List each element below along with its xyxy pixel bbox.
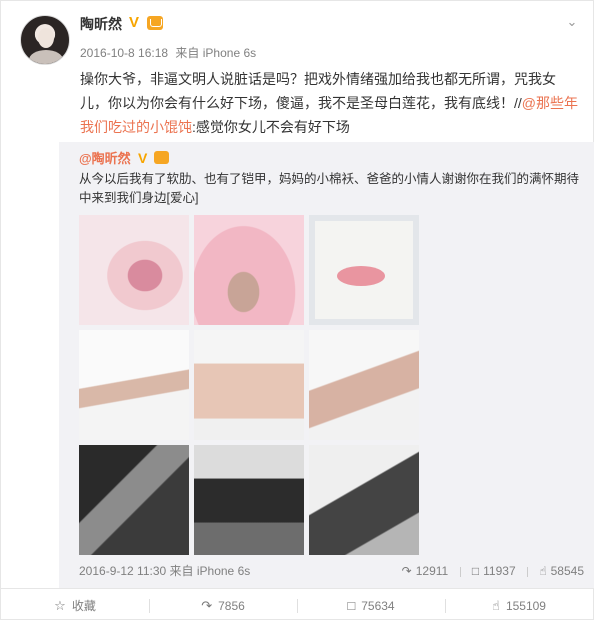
forward-icon: ↷	[401, 564, 412, 578]
avatar-face	[38, 28, 54, 48]
user-name[interactable]: 陶昕然	[80, 15, 122, 33]
forward-icon: ↷	[201, 598, 213, 613]
repost-meta: 2016-9-12 11:30 来自 iPhone 6s	[79, 562, 250, 580]
stat-divider	[459, 566, 461, 577]
like-count: 155109	[505, 599, 546, 613]
repost-footer: 2016-9-12 11:30 来自 iPhone 6s ↷ 12911 □ 119…	[79, 562, 584, 580]
user-avatar[interactable]	[20, 15, 70, 65]
image-baby-clothes[interactable]	[194, 215, 304, 325]
verified-badge-icon: V	[129, 14, 140, 31]
repost-like-stat[interactable]: ☝ 58545	[539, 562, 584, 580]
like-button[interactable]: ☝ 155109	[445, 589, 593, 620]
star-icon: ☆	[54, 598, 66, 613]
repost-count: 7856	[218, 599, 245, 613]
image-bw-3[interactable]	[309, 445, 419, 555]
image-baby-hand[interactable]	[79, 215, 189, 325]
image-grid	[79, 215, 419, 555]
weibo-card: 陶昕然 V ⌄ 2016-10-8 16:18 来自 iPhone 6s 操你大…	[0, 0, 594, 620]
image-maternity-1[interactable]	[79, 330, 189, 440]
avatar-body	[29, 50, 63, 64]
comment-icon: □	[347, 598, 356, 613]
stat-divider	[526, 566, 528, 577]
post-text-tail: :感觉你女儿不会有好下场	[192, 119, 350, 135]
post-source: 来自 iPhone 6s	[175, 46, 257, 60]
post-text-main: 操你大爷，非逼文明人说脏话是吗？把戏外情绪强加给我也都无所谓，咒我女儿，你以为你…	[80, 71, 556, 111]
repost-comment-count: 11937	[483, 564, 516, 578]
repost-time[interactable]: 2016-9-12 11:30	[79, 564, 166, 578]
repost-like-count: 58545	[550, 564, 584, 578]
chevron-down-icon[interactable]: ⌄	[565, 15, 579, 29]
repost-vip-icon[interactable]	[154, 151, 169, 164]
post-meta: 2016-10-8 16:18 来自 iPhone 6s	[80, 45, 260, 61]
repost-forward-stat[interactable]: ↷ 12911	[402, 562, 449, 580]
favorite-label: 收藏	[71, 599, 96, 613]
repost-block: @陶昕然 V 从今以后我有了软肋、也有了铠甲，妈妈的小棉袄、爸爸的小情人谢谢你在…	[59, 142, 594, 588]
repost-source: 来自 iPhone 6s	[169, 564, 251, 578]
image-bw-1[interactable]	[79, 445, 189, 555]
repost-user-name[interactable]: @陶昕然	[79, 150, 131, 168]
image-baby-footprint[interactable]	[309, 215, 419, 325]
repost-text: 从今以后我有了软肋、也有了铠甲，妈妈的小棉袄、爸爸的小情人谢谢你在我们的满怀期待…	[79, 172, 580, 205]
comment-icon: □	[471, 564, 480, 578]
image-bw-2[interactable]	[194, 445, 304, 555]
post-text: 操你大爷，非逼文明人说脏话是吗？把戏外情绪强加给我也都无所谓，咒我女儿，你以为你…	[80, 67, 580, 139]
comment-button[interactable]: □ 75634	[297, 589, 445, 620]
repost-verified-icon: V	[138, 150, 148, 166]
action-bar: ☆ 收藏 ↷ 7856 □ 75634 ☝ 155109	[1, 588, 594, 620]
thumbs-up-icon: ☝	[539, 564, 547, 578]
repost-comment-stat[interactable]: □ 11937	[472, 562, 516, 580]
repost-forward-count: 12911	[415, 564, 449, 578]
image-maternity-3[interactable]	[309, 330, 419, 440]
repost-button[interactable]: ↷ 7856	[149, 589, 297, 620]
favorite-button[interactable]: ☆ 收藏	[1, 589, 149, 620]
footprint-mark	[337, 266, 385, 286]
vip-crown-icon[interactable]	[147, 16, 163, 30]
image-maternity-2[interactable]	[194, 330, 304, 440]
thumbs-up-icon: ☝	[492, 598, 500, 613]
comment-count: 75634	[361, 599, 395, 613]
post-time[interactable]: 2016-10-8 16:18	[80, 46, 168, 60]
repost-stats: ↷ 12911 □ 11937 ☝ 58545	[394, 562, 584, 580]
